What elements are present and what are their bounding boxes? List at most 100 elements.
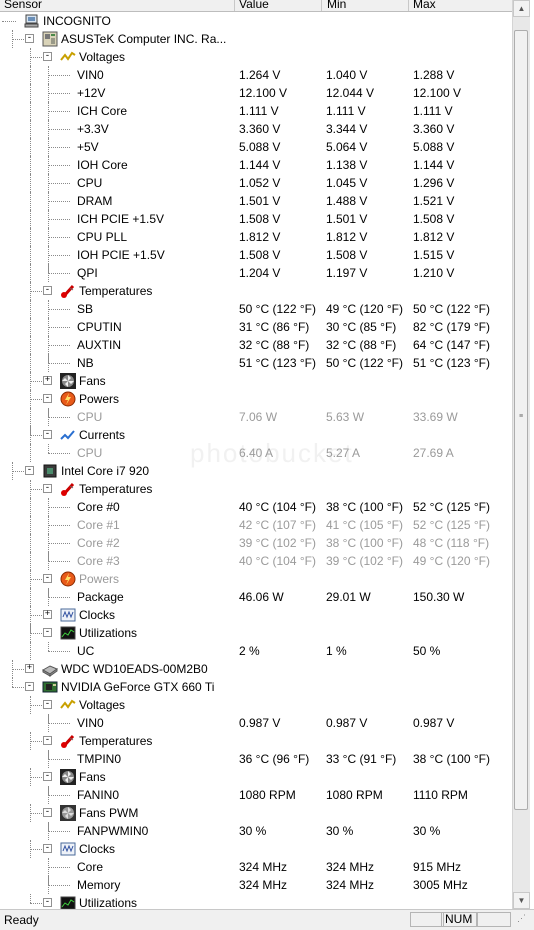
size-grip[interactable]: ⋰	[514, 912, 532, 927]
reading-min: 1.045 V	[326, 176, 368, 190]
sensor-label: +3.3V	[77, 122, 109, 136]
sensor-reading-row[interactable]: NB 51 °C (123 °F) 50 °C (122 °F) 51 °C (123…	[0, 354, 512, 372]
tree-line	[48, 219, 70, 220]
column-header-max[interactable]: Max	[413, 0, 436, 11]
sensor-reading-row[interactable]: CPU 7.06 W 5.63 W 33.69 W	[0, 408, 512, 426]
sensor-reading-row[interactable]: IOH PCIE +1.5V 1.508 V 1.508 V 1.515 V	[0, 246, 512, 264]
collapse-button[interactable]: -	[43, 52, 52, 61]
collapse-button[interactable]: -	[43, 736, 52, 745]
column-header-value[interactable]: Value	[239, 0, 269, 11]
tree-node[interactable]: - Clocks	[0, 840, 512, 858]
tree-node[interactable]: - Voltages	[0, 696, 512, 714]
utilization-icon	[60, 625, 76, 641]
sensor-reading-row[interactable]: SB 50 °C (122 °F) 49 °C (120 °F) 50 °C (122…	[0, 300, 512, 318]
sensor-reading-row[interactable]: IOH Core 1.144 V 1.138 V 1.144 V	[0, 156, 512, 174]
reading-value: 3.360 V	[239, 122, 281, 136]
collapse-button[interactable]: -	[43, 808, 52, 817]
sensor-reading-row[interactable]: +3.3V 3.360 V 3.344 V 3.360 V	[0, 120, 512, 138]
reading-max: 50 °C (122 °F)	[413, 302, 490, 316]
sensor-reading-row[interactable]: Core #3 40 °C (104 °F) 39 °C (102 °F) 49 °C…	[0, 552, 512, 570]
sensor-reading-row[interactable]: UC 2 % 1 % 50 %	[0, 642, 512, 660]
collapse-button[interactable]: -	[43, 700, 52, 709]
tree-node[interactable]: - ASUSTeK Computer INC. Ra...	[0, 30, 512, 48]
collapse-button[interactable]: -	[43, 286, 52, 295]
tree-node[interactable]: -INCOGNITO	[0, 12, 512, 30]
collapse-button[interactable]: -	[43, 772, 52, 781]
scroll-up-button[interactable]: ▲	[513, 0, 530, 17]
expand-button[interactable]: +	[43, 610, 52, 619]
tree-node[interactable]: - Utilizations	[0, 894, 512, 909]
sensor-label: Clocks	[79, 608, 116, 622]
column-header-sensor[interactable]: Sensor	[4, 0, 42, 11]
tree-node[interactable]: + Clocks	[0, 606, 512, 624]
sensor-reading-row[interactable]: DRAM 1.501 V 1.488 V 1.521 V	[0, 192, 512, 210]
sensor-reading-row[interactable]: +12V 12.100 V 12.044 V 12.100 V	[0, 84, 512, 102]
sensor-reading-row[interactable]: ICH PCIE +1.5V 1.508 V 1.501 V 1.508 V	[0, 210, 512, 228]
tree-node[interactable]: - Fans PWM	[0, 804, 512, 822]
sensor-reading-row[interactable]: CPUTIN 31 °C (86 °F) 30 °C (85 °F) 82 °C (1…	[0, 318, 512, 336]
tree-node[interactable]: - Intel Core i7 920	[0, 462, 512, 480]
expand-button[interactable]: +	[25, 664, 34, 673]
expand-button[interactable]: +	[43, 376, 52, 385]
sensor-reading-row[interactable]: VIN0 0.987 V 0.987 V 0.987 V	[0, 714, 512, 732]
collapse-button[interactable]: -	[43, 628, 52, 637]
tree-node[interactable]: - Temperatures	[0, 282, 512, 300]
status-text: Ready	[4, 913, 39, 927]
sensor-reading-row[interactable]: CPU 6.40 A 5.27 A 27.69 A	[0, 444, 512, 462]
sensor-reading-row[interactable]: AUXTIN 32 °C (88 °F) 32 °C (88 °F) 64 °C (1…	[0, 336, 512, 354]
collapse-button[interactable]: -	[25, 682, 34, 691]
tree-line	[48, 750, 49, 759]
collapse-button[interactable]: -	[43, 484, 52, 493]
collapse-button[interactable]: -	[43, 394, 52, 403]
reading-value: 7.06 W	[239, 410, 278, 424]
column-header-min[interactable]: Min	[327, 0, 346, 11]
scrollbar-thumb[interactable]: ≡	[514, 30, 528, 810]
tree-line	[48, 759, 70, 760]
scroll-down-button[interactable]: ▼	[513, 892, 530, 909]
tree-line	[48, 201, 70, 202]
sensor-reading-row[interactable]: +5V 5.088 V 5.064 V 5.088 V	[0, 138, 512, 156]
tree-node[interactable]: - Powers	[0, 570, 512, 588]
sensor-reading-row[interactable]: CPU 1.052 V 1.045 V 1.296 V	[0, 174, 512, 192]
tree-node[interactable]: - Currents	[0, 426, 512, 444]
tree-node[interactable]: - NVIDIA GeForce GTX 660 Ti	[0, 678, 512, 696]
sensor-reading-row[interactable]: Package 46.06 W 29.01 W 150.30 W	[0, 588, 512, 606]
tree-node[interactable]: - Powers	[0, 390, 512, 408]
sensor-reading-row[interactable]: CPU PLL 1.812 V 1.812 V 1.812 V	[0, 228, 512, 246]
sensor-reading-row[interactable]: TMPIN0 36 °C (96 °F) 33 °C (91 °F) 38 °C (1…	[0, 750, 512, 768]
collapse-button[interactable]: -	[43, 898, 52, 907]
sensor-reading-row[interactable]: Core #2 39 °C (102 °F) 38 °C (100 °F) 48 °C…	[0, 534, 512, 552]
tree-node[interactable]: - Fans	[0, 768, 512, 786]
tree-node[interactable]: + Fans	[0, 372, 512, 390]
column-divider[interactable]	[408, 0, 409, 11]
column-divider[interactable]	[321, 0, 322, 11]
collapse-button[interactable]: -	[43, 574, 52, 583]
column-divider[interactable]	[234, 0, 235, 11]
tree-node[interactable]: - Voltages	[0, 48, 512, 66]
sensor-reading-row[interactable]: FANIN0 1080 RPM 1080 RPM 1110 RPM	[0, 786, 512, 804]
sensor-reading-row[interactable]: Core 324 MHz 324 MHz 915 MHz	[0, 858, 512, 876]
collapse-button[interactable]: -	[25, 34, 34, 43]
tree-node[interactable]: - Utilizations	[0, 624, 512, 642]
collapse-button[interactable]: -	[43, 844, 52, 853]
tree-line	[48, 822, 49, 831]
voltage-icon	[60, 49, 76, 65]
reading-min: 1.197 V	[326, 266, 368, 280]
collapse-button[interactable]: -	[43, 430, 52, 439]
tree-node[interactable]: + WDC WD10EADS-00M2B0	[0, 660, 512, 678]
sensor-reading-row[interactable]: ICH Core 1.111 V 1.111 V 1.111 V	[0, 102, 512, 120]
sensor-reading-row[interactable]: FANPWMIN0 30 % 30 % 30 %	[0, 822, 512, 840]
sensor-reading-row[interactable]: Memory 324 MHz 324 MHz 3005 MHz	[0, 876, 512, 894]
collapse-button[interactable]: -	[25, 466, 34, 475]
sensor-reading-row[interactable]: Core #0 40 °C (104 °F) 38 °C (100 °F) 52 °C…	[0, 498, 512, 516]
sensor-reading-row[interactable]: Core #1 42 °C (107 °F) 41 °C (105 °F) 52 °C…	[0, 516, 512, 534]
sensor-reading-row[interactable]: VIN0 1.264 V 1.040 V 1.288 V	[0, 66, 512, 84]
sensor-label: Intel Core i7 920	[61, 464, 150, 478]
reading-max: 1110 RPM	[413, 788, 468, 802]
sensor-tree[interactable]: -INCOGNITO-ASUSTeK Computer INC. Ra...-V…	[0, 12, 512, 909]
gpu-icon	[42, 679, 58, 695]
tree-node[interactable]: - Temperatures	[0, 732, 512, 750]
vertical-scrollbar[interactable]: ▲ ≡ ▼	[512, 0, 530, 909]
sensor-reading-row[interactable]: QPI 1.204 V 1.197 V 1.210 V	[0, 264, 512, 282]
tree-node[interactable]: - Temperatures	[0, 480, 512, 498]
